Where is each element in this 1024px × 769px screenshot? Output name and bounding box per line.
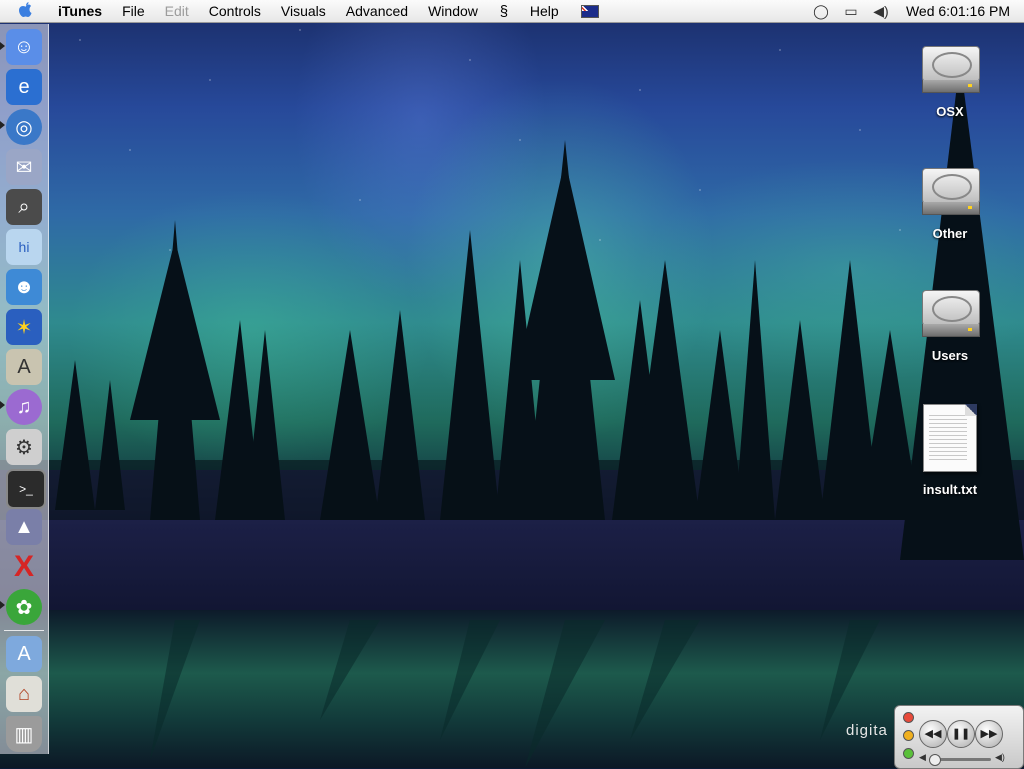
hard-drive-icon [918, 38, 982, 102]
desktop-icon-other[interactable]: Other [910, 160, 990, 241]
australian-flag-icon[interactable] [580, 4, 599, 18]
menu-controls[interactable]: Controls [199, 0, 271, 22]
display-icon[interactable]: ▭ [841, 3, 861, 19]
fast-forward-icon[interactable]: ▶▶ [975, 720, 1003, 748]
finder-icon[interactable]: ☺ [6, 29, 42, 65]
gear-icon[interactable]: ✿ [6, 589, 42, 625]
tree-silhouettes [0, 60, 1024, 768]
volume-low-icon: ◀ [919, 752, 926, 762]
pause-icon[interactable]: ❚❚ [947, 720, 975, 748]
dock-separator [4, 630, 44, 631]
trash-icon[interactable]: ▥ [6, 716, 42, 752]
messenger-icon[interactable]: ☻ [6, 269, 42, 305]
desktop-icon-label: insult.txt [922, 482, 978, 497]
desktop-icon-osx[interactable]: OSX [910, 38, 990, 119]
system-preferences-icon[interactable]: ⚙ [6, 429, 42, 465]
desktop-icon-users[interactable]: Users [910, 282, 990, 363]
menu-edit[interactable]: Edit [155, 0, 199, 22]
close-button[interactable] [903, 712, 914, 723]
running-indicator [0, 121, 5, 129]
sherlock-icon[interactable]: ⌕ [6, 189, 42, 225]
script-menu-icon[interactable]: § [494, 3, 514, 20]
itunes-mini-player: ◀◀ ❚❚ ▶▶ ◀ ◀) [894, 705, 1024, 769]
miniplayer-title: digita [846, 722, 888, 739]
menu-app-itunes[interactable]: iTunes [48, 0, 112, 22]
x11-icon[interactable]: X [6, 549, 42, 585]
hard-drive-icon [918, 282, 982, 346]
network-globe-icon[interactable]: ◎ [6, 109, 42, 145]
volume-icon[interactable]: ◀) [871, 3, 891, 19]
menu-advanced[interactable]: Advanced [336, 0, 418, 22]
apple-icon[interactable] [16, 1, 36, 21]
applications-folder-icon[interactable]: A [6, 636, 42, 672]
desktop-icon-label: Users [931, 348, 969, 363]
internet-explorer-icon[interactable]: e [6, 69, 42, 105]
volume-slider[interactable] [929, 754, 991, 766]
running-indicator [0, 601, 5, 609]
rocket-icon[interactable]: ▲ [6, 509, 42, 545]
text-document-icon [923, 404, 977, 472]
menu-bar: iTunes File Edit Controls Visuals Advanc… [0, 0, 1024, 23]
mail-icon[interactable]: ✉ [6, 149, 42, 185]
menu-window[interactable]: Window [418, 0, 488, 22]
menu-visuals[interactable]: Visuals [271, 0, 336, 22]
textedit-icon[interactable]: A [6, 349, 42, 385]
volume-slider-knob[interactable] [929, 754, 941, 766]
desktop-icon-label: OSX [936, 104, 964, 119]
terminal-icon[interactable]: >_ [6, 469, 46, 509]
hi-icon[interactable]: hi [6, 229, 42, 265]
menu-help[interactable]: Help [520, 0, 569, 22]
speech-bubble-icon[interactable]: ◯ [811, 3, 831, 19]
volume-high-icon: ◀) [995, 752, 1005, 762]
zoom-button[interactable] [903, 748, 914, 759]
aim-icon[interactable]: ✶ [6, 309, 42, 345]
dock: ☺ e ◎ ✉ ⌕ hi ☻ ✶ A ♫ ⚙ >_ ▲ X ✿ A ⌂ ▥ [0, 24, 49, 754]
rewind-icon[interactable]: ◀◀ [919, 720, 947, 748]
running-indicator [0, 401, 5, 409]
menu-file[interactable]: File [112, 0, 155, 22]
hard-drive-icon [918, 160, 982, 224]
desktop-wallpaper [0, 0, 1024, 768]
itunes-icon[interactable]: ♫ [6, 389, 42, 425]
desktop-icon-label: Other [932, 226, 968, 241]
home-icon[interactable]: ⌂ [6, 676, 42, 712]
menu-clock[interactable]: Wed 6:01:16 PM [906, 3, 1010, 19]
running-indicator [0, 42, 5, 50]
desktop-icon-insult-txt[interactable]: insult.txt [910, 404, 990, 497]
minimize-button[interactable] [903, 730, 914, 741]
